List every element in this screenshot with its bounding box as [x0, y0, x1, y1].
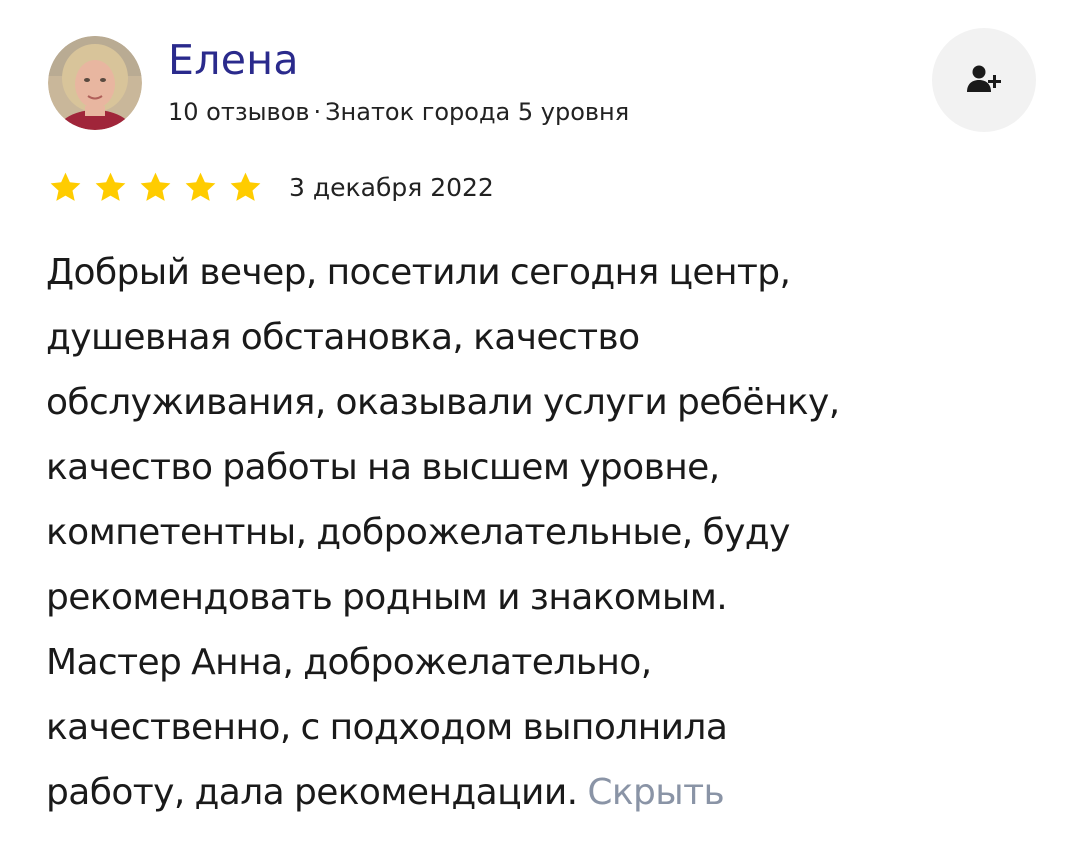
- meta-separator: ·: [313, 98, 322, 126]
- star-icon: [95, 172, 126, 201]
- author-name[interactable]: Елена: [168, 34, 299, 86]
- review-line-text: работу, дала рекомендации.: [46, 772, 578, 813]
- star-icon: [50, 172, 81, 201]
- review-line: рекомендовать родным и знакомым.: [46, 577, 728, 618]
- review-line: Добрый вечер, посетили сегодня центр,: [46, 252, 791, 293]
- star-icon: [140, 172, 171, 201]
- hide-review-link[interactable]: Скрыть: [587, 772, 724, 813]
- review-line: душевная обстановка, качество: [46, 317, 640, 358]
- review-line: качество работы на высшем уровне,: [46, 447, 720, 488]
- author-meta: 10 отзывов · Знаток города 5 уровня: [168, 96, 629, 128]
- star-icon: [230, 172, 261, 201]
- avatar-photo: [48, 36, 142, 130]
- star-rating: [48, 170, 273, 205]
- review-date: 3 декабря 2022: [289, 172, 494, 202]
- review-line-last: работу, дала рекомендации. Скрыть: [46, 760, 1046, 825]
- review-line: Мастер Анна, доброжелательно,: [46, 642, 652, 683]
- review-line: обслуживания, оказывали услуги ребёнку,: [46, 382, 840, 423]
- star-icon: [185, 172, 216, 201]
- review-text: Добрый вечер, посетили сегодня центр, ду…: [46, 240, 1046, 825]
- review-card: Елена 10 отзывов · Знаток города 5 уровня …: [0, 0, 1080, 861]
- avatar[interactable]: [48, 36, 142, 130]
- rating-row: 3 декабря 2022: [48, 167, 494, 207]
- author-badge: Знаток города 5 уровня: [325, 98, 630, 126]
- review-line: компетентны, доброжелательные, буду: [46, 512, 790, 553]
- reviews-count: 10 отзывов: [168, 98, 310, 126]
- review-line: качественно, с подходом выполнила: [46, 707, 728, 748]
- subscribe-button[interactable]: [932, 28, 1036, 132]
- add-user-icon: [967, 65, 1001, 92]
